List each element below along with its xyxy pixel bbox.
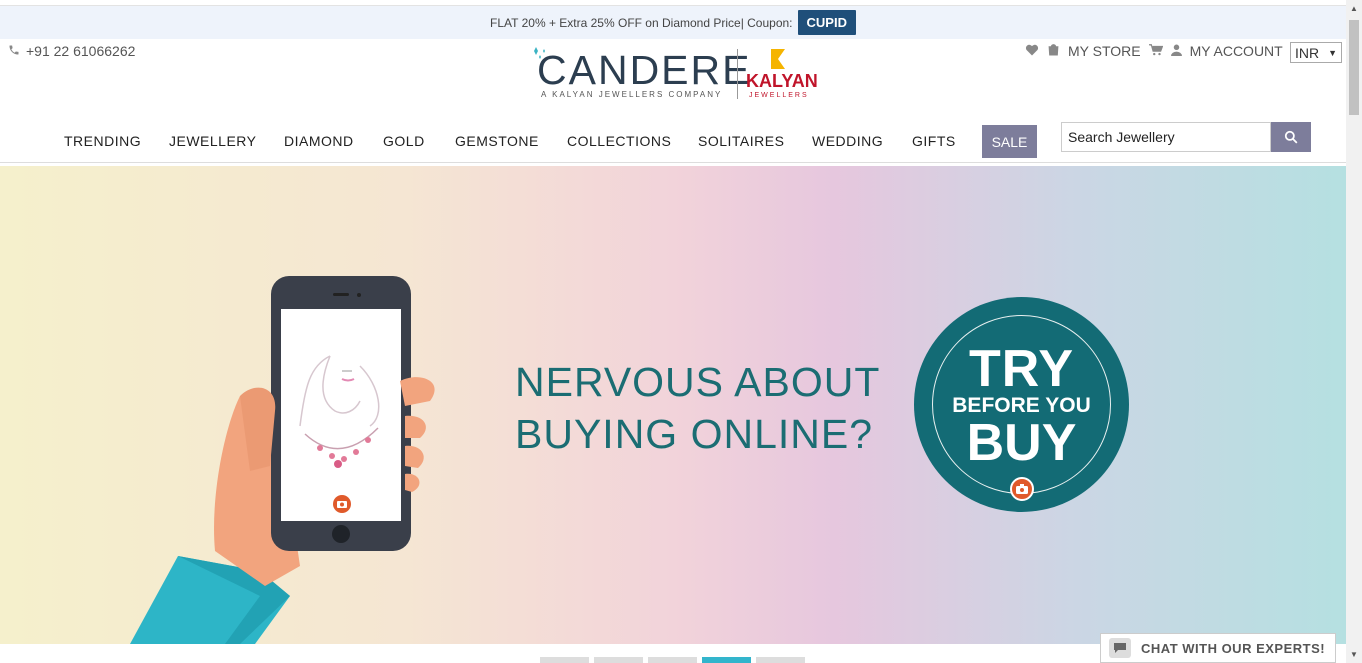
- page: FLAT 20% + Extra 25% OFF on Diamond Pric…: [0, 0, 1362, 663]
- nav-item-trending[interactable]: TRENDING: [64, 133, 141, 149]
- my-store-link[interactable]: MY STORE: [1068, 43, 1141, 59]
- slider-dot-active[interactable]: [702, 657, 751, 663]
- promo-text: FLAT 20% + Extra 25% OFF on Diamond Pric…: [490, 15, 793, 30]
- logo-partner: KALYAN: [746, 71, 818, 91]
- logo-tagline: A KALYAN JEWELLERS COMPANY: [541, 90, 723, 99]
- logo-divider: [737, 49, 738, 99]
- badge-line3: BUY: [966, 414, 1077, 472]
- slider-dot[interactable]: [594, 657, 643, 663]
- slider-dot[interactable]: [756, 657, 805, 663]
- banner-headline: NERVOUS ABOUT BUYING ONLINE?: [515, 356, 880, 460]
- search-input[interactable]: [1061, 122, 1271, 152]
- nav-item-collections[interactable]: COLLECTIONS: [567, 133, 671, 149]
- hero-banner[interactable]: NERVOUS ABOUT BUYING ONLINE? TRY BEFORE …: [0, 166, 1346, 644]
- promo-bar: FLAT 20% + Extra 25% OFF on Diamond Pric…: [0, 6, 1346, 39]
- camera-icon: [1010, 477, 1034, 501]
- slider-dot[interactable]: [648, 657, 697, 663]
- wishlist-heart-icon[interactable]: [1025, 44, 1039, 59]
- user-icon: [1170, 44, 1182, 59]
- utility-links: MY STORE MY ACCOUNT: [1025, 43, 1283, 59]
- currency-value: INR: [1295, 44, 1320, 61]
- chat-label: CHAT WITH OUR EXPERTS!: [1141, 640, 1326, 656]
- cart-icon[interactable]: [1148, 43, 1163, 59]
- my-account-link[interactable]: MY ACCOUNT: [1190, 43, 1283, 59]
- phone-contact[interactable]: +91 22 61066262: [8, 43, 135, 59]
- currency-select[interactable]: INR ▼: [1290, 42, 1342, 63]
- slider-dot[interactable]: [540, 657, 589, 663]
- banner-headline-line2: BUYING ONLINE?: [515, 411, 874, 457]
- nav-item-jewellery[interactable]: JEWELLERY: [169, 133, 257, 149]
- scrollbar-thumb[interactable]: [1349, 20, 1359, 115]
- slider-dots: [540, 657, 805, 663]
- nav-item-sale[interactable]: SALE: [982, 125, 1037, 158]
- coupon-code[interactable]: CUPID: [797, 10, 856, 35]
- store-bag-icon: [1047, 43, 1060, 59]
- try-before-you-buy-badge[interactable]: TRY BEFORE YOU BUY: [914, 297, 1129, 512]
- kalyan-mark-icon: [771, 49, 785, 69]
- chevron-down-icon: ▼: [1328, 47, 1337, 58]
- phone-icon: [8, 43, 20, 59]
- logo-brand: CANDERE: [537, 47, 752, 93]
- hand-holding-phone-illustration: [130, 276, 435, 644]
- nav-item-gold[interactable]: GOLD: [383, 133, 425, 149]
- search-icon: [1284, 130, 1298, 144]
- chat-bubble-icon: [1109, 638, 1131, 658]
- nav-item-solitaires[interactable]: SOLITAIRES: [698, 133, 784, 149]
- banner-headline-line1: NERVOUS ABOUT: [515, 359, 881, 405]
- scrollbar[interactable]: ▲ ▼: [1346, 0, 1362, 663]
- scroll-up-icon[interactable]: ▲: [1350, 4, 1358, 13]
- nav-item-diamond[interactable]: DIAMOND: [284, 133, 354, 149]
- search-button[interactable]: [1271, 122, 1311, 152]
- badge-line1: TRY: [968, 340, 1075, 398]
- candere-logo[interactable]: CANDERE A KALYAN JEWELLERS COMPANY KALYA…: [531, 45, 818, 103]
- phone-number: +91 22 61066262: [26, 43, 136, 59]
- search-box: [1061, 122, 1311, 152]
- scroll-down-icon[interactable]: ▼: [1350, 650, 1358, 659]
- nav-item-gifts[interactable]: GIFTS: [912, 133, 956, 149]
- logo-partner-sub: JEWELLERS: [749, 92, 809, 99]
- nav-item-wedding[interactable]: WEDDING: [812, 133, 883, 149]
- nav-item-gemstone[interactable]: GEMSTONE: [455, 133, 539, 149]
- chat-widget[interactable]: CHAT WITH OUR EXPERTS!: [1100, 633, 1336, 663]
